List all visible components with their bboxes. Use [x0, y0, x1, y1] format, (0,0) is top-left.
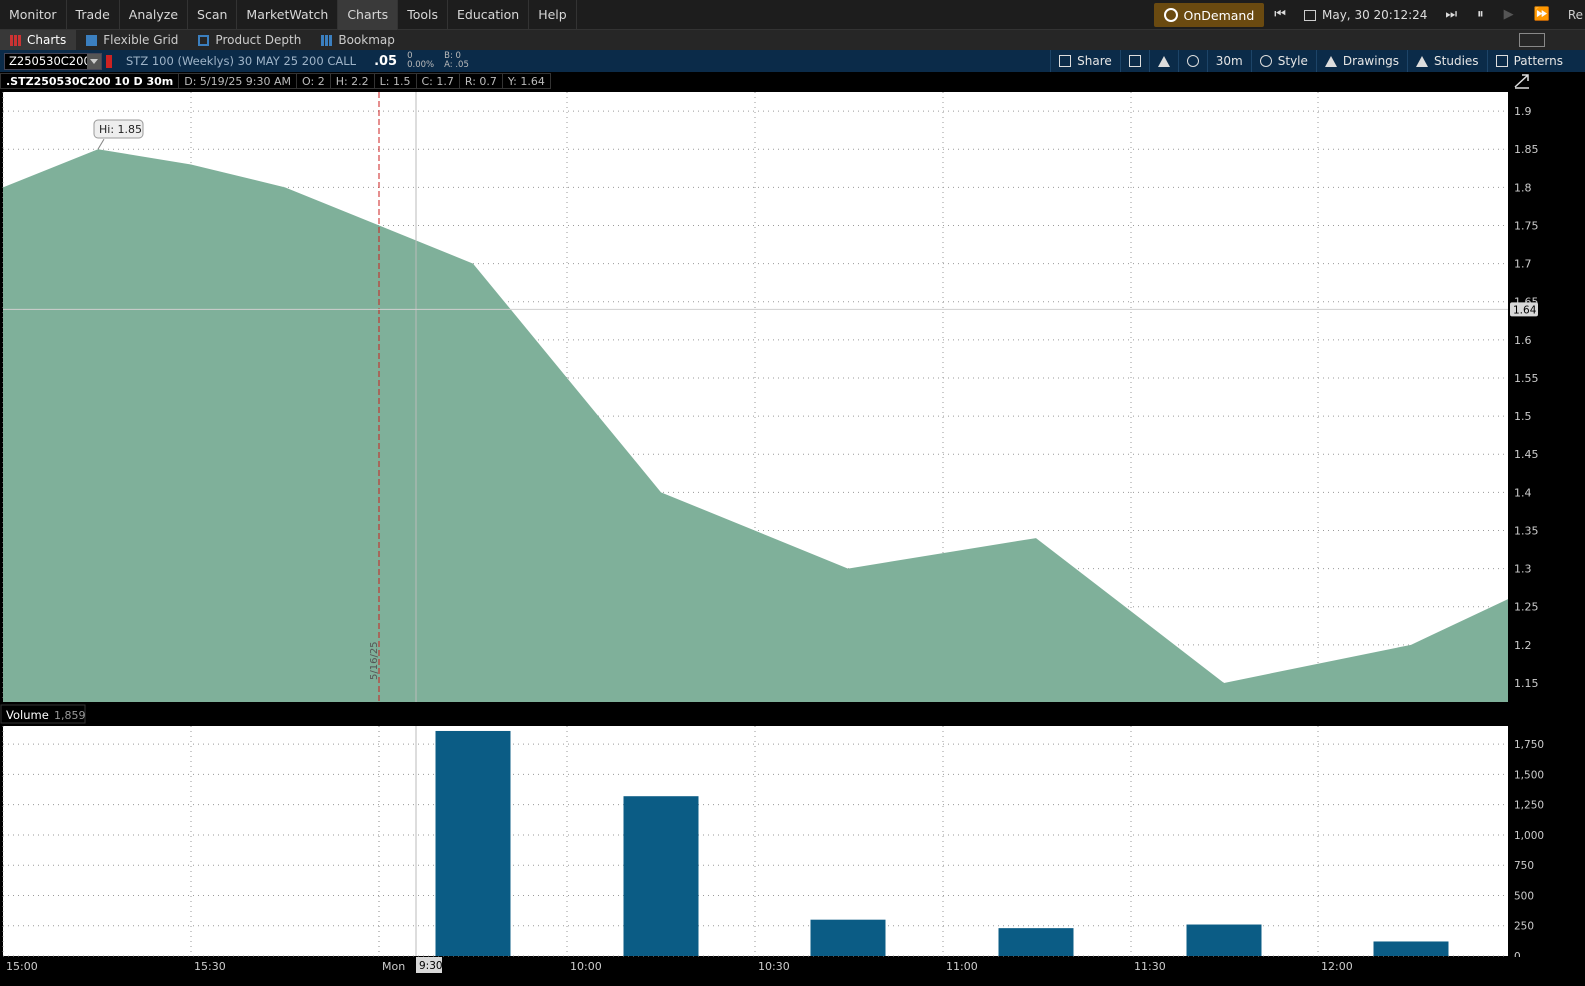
- volume-bar: [623, 796, 699, 956]
- volume-header-label: Volume: [6, 708, 49, 722]
- price-axis-tick: 1.8: [1514, 181, 1532, 194]
- volume-bar: [1186, 924, 1262, 956]
- price-axis-tick: 1.35: [1514, 524, 1539, 537]
- price-axis-tick: 1.5: [1514, 410, 1532, 423]
- time-axis-tick: 10:30: [758, 960, 790, 973]
- price-axis-tick: 1.45: [1514, 448, 1539, 461]
- price-axis-tick: 1.2: [1514, 639, 1532, 652]
- time-axis-tick: 15:00: [6, 960, 38, 973]
- volume-axis-tick: 1,250: [1514, 800, 1544, 812]
- time-axis-tick: Mon: [382, 960, 405, 973]
- price-axis-tick: 1.4: [1514, 486, 1532, 499]
- price-axis-tick: 1.25: [1514, 601, 1539, 614]
- volume-header: [0, 704, 1508, 724]
- price-chart[interactable]: 5/16/25 Hi: 1.85 Volume 1,859 1.15 1.2 1.25 1…: [0, 0, 1585, 986]
- high-bubble-label: Hi: 1.85: [99, 123, 142, 136]
- volume-axis-tick: 1,000: [1514, 830, 1544, 842]
- volume-header-value: 1,859: [54, 709, 86, 722]
- price-axis-tick: 1.55: [1514, 372, 1539, 385]
- time-axis-tick: 9:30: [419, 960, 443, 972]
- volume-bar: [1373, 941, 1449, 956]
- price-axis-tick: 1.7: [1514, 258, 1532, 271]
- volume-axis-tick: 1,500: [1514, 769, 1544, 781]
- price-axis-tick: 1.85: [1514, 143, 1539, 156]
- time-axis-tick: 15:30: [194, 960, 226, 973]
- date-divider-label: 5/16/25: [369, 641, 380, 680]
- price-axis-tick: 1.9: [1514, 105, 1532, 118]
- time-axis-tick: 10:00: [570, 960, 602, 973]
- price-axis-tick: 1.15: [1514, 677, 1539, 690]
- volume-axis-tick: 750: [1514, 860, 1534, 872]
- volume-bar: [435, 730, 511, 956]
- time-axis-tick: 11:30: [1134, 960, 1166, 973]
- volume-panel: Volume 1,859: [0, 704, 1508, 957]
- price-axis-tick: 1.6: [1514, 334, 1532, 347]
- volume-bar: [810, 919, 886, 956]
- time-axis-tick: 12:00: [1321, 960, 1353, 973]
- volume-axis-tick: 500: [1514, 890, 1534, 902]
- price-axis-tick: 1.3: [1514, 563, 1532, 576]
- volume-axis-tick: 250: [1514, 921, 1534, 933]
- price-panel: 5/16/25 Hi: 1.85: [2, 92, 1509, 702]
- volume-axis-tick: 1,750: [1514, 739, 1544, 751]
- price-axis-tick: 1.75: [1514, 219, 1539, 232]
- crosshair-value-label: 1.64: [1513, 304, 1537, 316]
- volume-bar: [998, 928, 1074, 956]
- time-axis-tick: 11:00: [946, 960, 978, 973]
